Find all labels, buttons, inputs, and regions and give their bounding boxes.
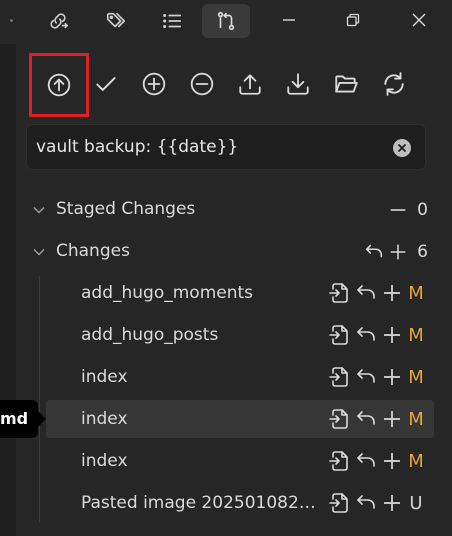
file-row[interactable]: index M: [46, 400, 434, 438]
tooltip: md: [0, 400, 46, 438]
close-window-button[interactable]: [388, 0, 450, 40]
open-file-icon[interactable]: [328, 491, 352, 515]
title-bar: [0, 0, 452, 44]
open-file-icon[interactable]: [328, 407, 352, 431]
open-file-icon[interactable]: [328, 365, 352, 389]
commit-button[interactable]: [86, 62, 126, 106]
open-folder-icon: [335, 75, 358, 93]
download-button[interactable]: [278, 62, 318, 106]
git-branch-icon[interactable]: [202, 4, 250, 38]
file-status-badge: M: [408, 282, 424, 304]
staged-changes-label: Staged Changes: [56, 199, 196, 219]
close-icon: [412, 13, 426, 27]
file-row[interactable]: Pasted image 20250108222614 U: [46, 484, 434, 522]
discard-icon[interactable]: [354, 323, 378, 347]
restore-button[interactable]: [322, 0, 384, 40]
unstage-all-icon: [190, 72, 214, 96]
staged-changes-header[interactable]: Staged Changes 0: [28, 192, 428, 228]
file-name: add_hugo_moments: [81, 283, 254, 303]
clear-message-button[interactable]: [393, 139, 411, 157]
discard-icon[interactable]: [354, 407, 378, 431]
left-border: [0, 44, 16, 536]
commit-icon: [96, 77, 116, 91]
commit-message-input[interactable]: vault backup: {{date}}: [26, 124, 426, 170]
discard-icon[interactable]: [354, 449, 378, 473]
push-button[interactable]: [29, 53, 89, 117]
open-file-icon[interactable]: [328, 281, 352, 305]
commit-message-text[interactable]: vault backup: {{date}}: [36, 137, 238, 157]
file-status-badge: M: [408, 408, 424, 430]
changes-header[interactable]: Changes 6: [28, 234, 428, 270]
list-icon[interactable]: [154, 4, 190, 38]
stage-icon[interactable]: [380, 323, 404, 347]
resize-handle[interactable]: [10, 19, 13, 22]
file-status-badge: M: [408, 366, 424, 388]
file-name: index: [81, 367, 128, 387]
minimize-button[interactable]: [258, 0, 320, 40]
stage-all-icon: [142, 72, 166, 96]
download-icon: [287, 73, 309, 95]
open-file-icon[interactable]: [328, 449, 352, 473]
restore-icon: [346, 13, 360, 27]
file-name: index: [81, 409, 128, 429]
discard-icon[interactable]: [354, 365, 378, 389]
stage-icon[interactable]: [380, 407, 404, 431]
chevron-down-icon: [33, 206, 45, 214]
unstage-all-icon[interactable]: [387, 199, 409, 221]
file-row[interactable]: index M: [46, 442, 434, 480]
stage-all-icon[interactable]: [387, 241, 409, 263]
clear-icon: [398, 144, 406, 152]
file-row[interactable]: add_hugo_moments M: [46, 274, 434, 312]
staged-count: 0: [417, 200, 428, 220]
file-status-badge: M: [408, 450, 424, 472]
changes-count: 6: [417, 242, 428, 262]
stage-icon[interactable]: [380, 281, 404, 305]
stage-icon[interactable]: [380, 365, 404, 389]
file-name: Pasted image 20250108222614: [81, 493, 323, 513]
discard-icon[interactable]: [354, 491, 378, 515]
file-name: add_hugo_posts: [81, 325, 219, 345]
chevron-down-icon: [33, 248, 45, 256]
upload-button[interactable]: [230, 62, 270, 106]
stage-all-button[interactable]: [134, 62, 174, 106]
discard-all-icon[interactable]: [363, 241, 385, 263]
changes-label: Changes: [56, 241, 130, 261]
file-row[interactable]: index M: [46, 358, 434, 396]
file-status-badge: U: [409, 492, 423, 514]
source-control-toolbar: [24, 53, 434, 117]
tooltip-text: md: [0, 409, 29, 428]
open-file-icon[interactable]: [328, 323, 352, 347]
unstage-all-button[interactable]: [182, 62, 222, 106]
stage-icon[interactable]: [380, 491, 404, 515]
tags-icon[interactable]: [98, 4, 134, 38]
upload-icon: [239, 74, 261, 95]
push-icon: [47, 73, 71, 97]
file-status-badge: M: [408, 324, 424, 346]
link-arrow-icon[interactable]: [40, 4, 76, 38]
refresh-icon: [384, 72, 404, 96]
file-row[interactable]: add_hugo_posts M: [46, 316, 434, 354]
stage-icon[interactable]: [380, 449, 404, 473]
tree-indent-guide: [39, 276, 40, 522]
discard-icon[interactable]: [354, 281, 378, 305]
refresh-button[interactable]: [374, 62, 414, 106]
file-name: index: [81, 451, 128, 471]
minimize-icon: [283, 19, 295, 21]
open-folder-button[interactable]: [326, 62, 366, 106]
